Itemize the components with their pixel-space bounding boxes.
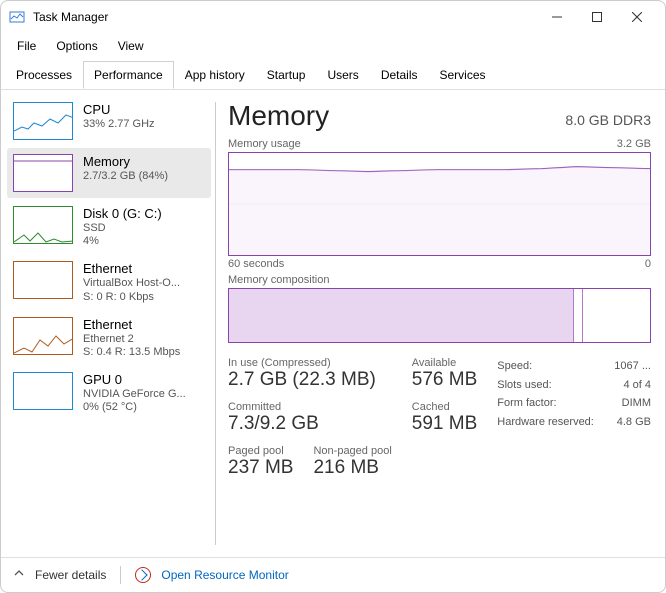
speed-label: Speed: [497,357,532,376]
list-item-ethernet-2[interactable]: Ethernet Ethernet 2 S: 0.4 R: 13.5 Mbps [7,311,211,364]
form-label: Form factor: [497,394,556,413]
list-item-gpu[interactable]: GPU 0 NVIDIA GeForce G... 0% (52 °C) [7,366,211,419]
tab-strip: Processes Performance App history Startu… [1,61,665,90]
list-item-sub: 33% 2.77 GHz [83,117,155,131]
cached-label: Cached [412,401,477,413]
committed-value: 7.3/9.2 GB [228,413,392,435]
list-item-sub: 2.7/3.2 GB (84%) [83,169,168,183]
minimize-button[interactable] [537,3,577,31]
available-label: Available [412,357,477,369]
eth2-thumb [13,317,73,355]
list-item-sub: NVIDIA GeForce G... [83,387,186,401]
tab-processes[interactable]: Processes [5,61,83,89]
slots-label: Slots used: [497,376,551,395]
inuse-label: In use (Compressed) [228,357,392,369]
titlebar: Task Manager [1,1,665,33]
composition-in-use [229,289,574,342]
available-value: 576 MB [412,369,477,391]
resource-monitor-icon [135,567,151,583]
tab-app-history[interactable]: App history [174,61,256,89]
window-title: Task Manager [33,10,537,24]
detail-panel: Memory 8.0 GB DDR3 Memory usage 3.2 GB 6… [224,90,665,557]
list-item-disk[interactable]: Disk 0 (G: C:) SSD 4% [7,200,211,253]
composition-modified [574,289,582,342]
memory-total: 8.0 GB DDR3 [565,112,651,128]
list-item-label: GPU 0 [83,372,186,387]
maximize-button[interactable] [577,3,617,31]
paged-label: Paged pool [228,445,293,457]
content-area: CPU 33% 2.77 GHz Memory 2.7/3.2 GB (84%)… [1,90,665,557]
nonpaged-value: 216 MB [313,457,391,479]
menu-options[interactable]: Options [46,35,107,57]
eth1-thumb [13,261,73,299]
tab-users[interactable]: Users [316,61,369,89]
tab-services[interactable]: Services [429,61,497,89]
list-item-label: CPU [83,102,155,117]
usage-chart-label: Memory usage [228,138,301,150]
list-item-label: Ethernet [83,261,180,276]
hw-value: 4.8 GB [617,413,651,432]
hw-label: Hardware reserved: [497,413,594,432]
tab-performance[interactable]: Performance [83,61,174,89]
x-axis-right: 0 [645,258,651,270]
fewer-details-button[interactable]: Fewer details [35,568,106,582]
menu-file[interactable]: File [7,35,46,57]
open-resource-monitor-link[interactable]: Open Resource Monitor [161,568,288,582]
memory-usage-chart[interactable] [228,152,651,256]
committed-label: Committed [228,401,392,413]
memory-composition-chart[interactable] [228,288,651,343]
composition-label: Memory composition [228,274,329,286]
x-axis-left: 60 seconds [228,258,284,270]
list-item-label: Disk 0 (G: C:) [83,206,162,221]
disk-thumb [13,206,73,244]
list-item-sub: Ethernet 2 [83,332,180,346]
list-item-ethernet-1[interactable]: Ethernet VirtualBox Host-O... S: 0 R: 0 … [7,255,211,308]
tab-details[interactable]: Details [370,61,429,89]
vertical-divider [215,102,216,545]
memory-thumb [13,154,73,192]
list-item-sub: SSD [83,221,162,235]
menubar: File Options View [1,33,665,59]
app-icon [9,9,25,25]
footer: Fewer details Open Resource Monitor [1,557,665,592]
tab-startup[interactable]: Startup [256,61,317,89]
list-item-memory[interactable]: Memory 2.7/3.2 GB (84%) [7,148,211,198]
list-item-label: Memory [83,154,168,169]
form-value: DIMM [622,394,651,413]
list-item-cpu[interactable]: CPU 33% 2.77 GHz [7,96,211,146]
list-item-sub2: 0% (52 °C) [83,401,186,413]
nonpaged-label: Non-paged pool [313,445,391,457]
list-item-sub2: S: 0 R: 0 Kbps [83,291,180,303]
page-title: Memory [228,100,329,132]
composition-standby [583,289,650,342]
cpu-thumb [13,102,73,140]
gpu-thumb [13,372,73,410]
close-button[interactable] [617,3,657,31]
usage-chart-max: 3.2 GB [617,138,651,150]
resource-list: CPU 33% 2.77 GHz Memory 2.7/3.2 GB (84%)… [1,90,211,557]
list-item-sub2: 4% [83,235,162,247]
inuse-value: 2.7 GB (22.3 MB) [228,369,392,391]
slots-value: 4 of 4 [623,376,651,395]
footer-separator [120,566,121,584]
list-item-sub: VirtualBox Host-O... [83,276,180,290]
chevron-up-icon[interactable] [13,566,25,584]
cached-value: 591 MB [412,413,477,435]
speed-value: 1067 ... [614,357,651,376]
list-item-sub2: S: 0.4 R: 13.5 Mbps [83,346,180,358]
menu-view[interactable]: View [108,35,154,57]
paged-value: 237 MB [228,457,293,479]
list-item-label: Ethernet [83,317,180,332]
